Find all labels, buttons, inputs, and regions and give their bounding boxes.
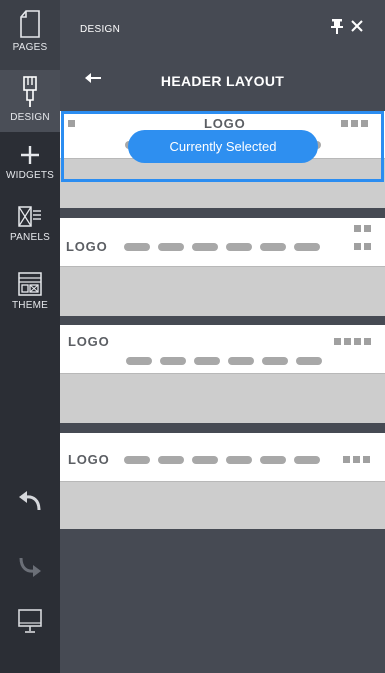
desktop-icon	[18, 609, 42, 633]
rail-item-pages[interactable]: PAGES	[0, 0, 60, 70]
layout-logo: LOGO	[204, 116, 246, 131]
rail-label-design: DESIGN	[10, 112, 50, 123]
layout-preview-body	[60, 266, 385, 316]
layout-icon-squares	[341, 120, 368, 127]
brush-icon	[23, 76, 37, 107]
undo-icon	[19, 491, 41, 511]
rail-item-design[interactable]: DESIGN	[0, 70, 60, 132]
layout-logo: LOGO	[66, 239, 108, 254]
layout-nav-links	[124, 243, 320, 251]
rail-item-theme[interactable]: THEME	[0, 272, 60, 311]
undo-button[interactable]	[0, 490, 60, 512]
rail-label-pages: PAGES	[12, 42, 48, 53]
layout-preview-header: LOGO	[60, 218, 385, 266]
rail-label-widgets: WIDGETS	[5, 170, 55, 181]
layout-preview-body	[60, 373, 385, 423]
layout-nav-links	[124, 456, 320, 464]
panel-title: DESIGN	[80, 24, 121, 35]
close-icon[interactable]	[350, 18, 364, 34]
rail-label-theme: THEME	[12, 300, 48, 311]
sub-header: HEADER LAYOUT	[60, 58, 385, 110]
design-panel: DESIGN HEADER LAYOUT LOGO LOGO LOGO LOGO…	[60, 0, 385, 673]
panel-header: DESIGN	[60, 0, 385, 58]
layout-icon-squares	[334, 338, 371, 345]
preview-button[interactable]	[0, 608, 60, 634]
layout-nav-links	[126, 357, 322, 365]
layout-menu-marker	[68, 120, 75, 127]
page-icon	[20, 10, 40, 38]
redo-icon	[19, 557, 41, 577]
layout-preview-header: LOGO	[60, 433, 385, 481]
app-root: PAGES DESIGN WIDGETS PANELS THEME DESIGN…	[0, 0, 385, 673]
layout-preview-header: LOGO	[60, 325, 385, 373]
theme-icon	[18, 272, 42, 296]
sub-title: HEADER LAYOUT	[160, 73, 285, 89]
plus-icon	[21, 146, 39, 164]
rail-item-panels[interactable]: PANELS	[0, 206, 60, 243]
layout-preview-body	[60, 158, 385, 208]
rail-item-widgets[interactable]: WIDGETS	[0, 140, 60, 181]
currently-selected-badge: Currently Selected	[128, 130, 318, 163]
panels-icon	[18, 206, 41, 227]
rail-label-panels: PANELS	[10, 232, 50, 243]
layout-preview-body	[60, 481, 385, 529]
pin-icon[interactable]	[330, 18, 344, 34]
layout-logo: LOGO	[68, 334, 110, 349]
layout-logo: LOGO	[68, 452, 110, 467]
layout-icon-squares	[354, 225, 371, 232]
redo-button[interactable]	[0, 556, 60, 578]
layout-icon-squares	[354, 243, 371, 250]
layout-icon-squares	[343, 456, 370, 463]
left-rail: PAGES DESIGN WIDGETS PANELS THEME	[0, 0, 60, 673]
